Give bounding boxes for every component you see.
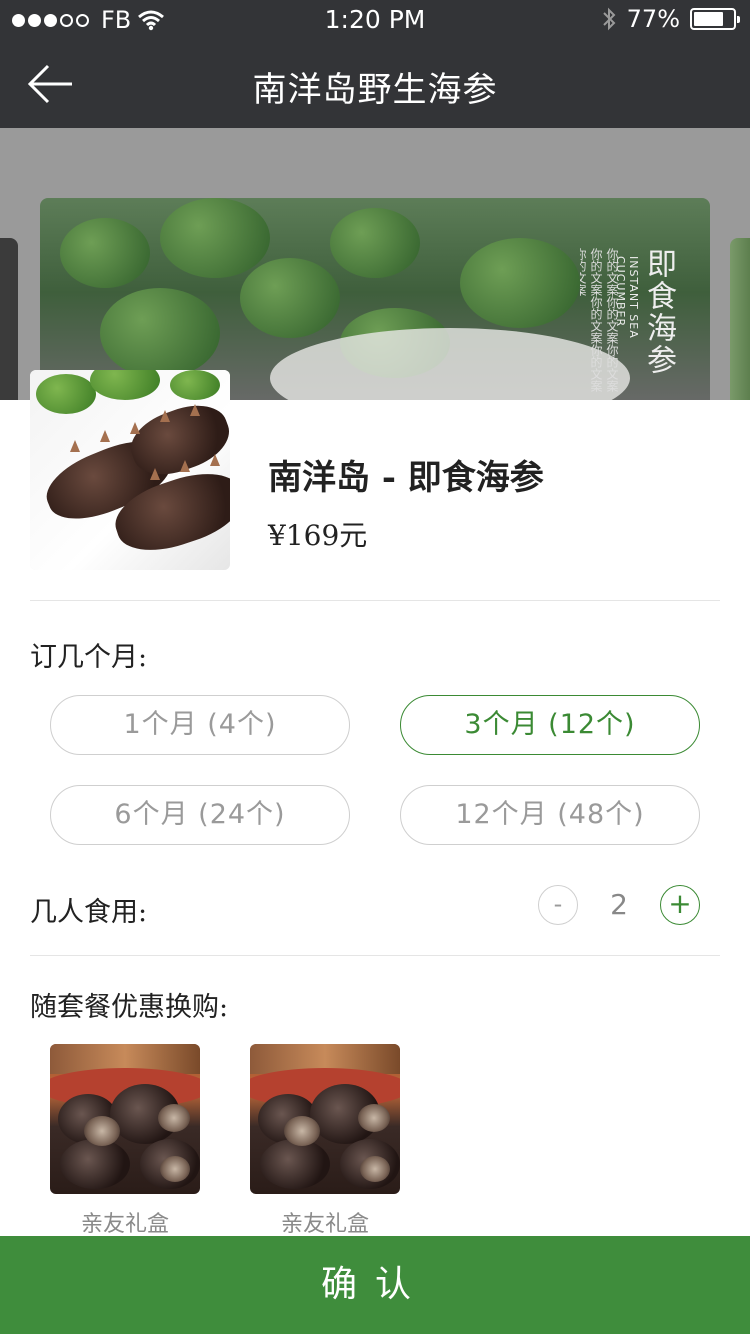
page: FB 1:20 PM 77% 南洋岛野生海参 即食海参 INSTANT SEA …: [0, 0, 750, 1334]
status-bar: FB 1:20 PM 77%: [0, 0, 750, 40]
battery-fill: [694, 12, 724, 26]
page-title: 南洋岛野生海参: [252, 70, 498, 110]
carousel-next-slide: [730, 238, 750, 400]
option-6-months[interactable]: 6个月 (24个): [50, 785, 350, 845]
order-sheet: 南洋岛 - 即食海参 ¥169元 订几个月: 1个月 (4个) 3个月 (12个…: [0, 370, 750, 1238]
battery-percent: 77%: [626, 5, 680, 33]
divider: [30, 600, 720, 601]
status-right: 77%: [601, 5, 740, 33]
carousel-prev-slide: [0, 238, 18, 400]
addon-caption: 亲友礼盒: [80, 1212, 169, 1237]
increment-button[interactable]: +: [660, 885, 700, 925]
servings-stepper: - 2 +: [538, 885, 700, 925]
product-image: [30, 370, 230, 570]
banner-title: 即食海参: [641, 248, 676, 376]
addon-caption: 亲友礼盒: [280, 1212, 369, 1237]
addon-item[interactable]: 亲友礼盒: [50, 1044, 200, 1238]
addons-label: 随套餐优惠换购:: [30, 992, 229, 1023]
banner-text: 即食海参 INSTANT SEA CUCUMBER 你的文案你的文案你的文案你的…: [580, 248, 680, 400]
nav-bar: 南洋岛野生海参: [0, 40, 750, 128]
gift-box-image: [50, 1044, 200, 1194]
bluetooth-icon: [602, 7, 616, 31]
battery-icon: [690, 8, 740, 30]
option-12-months[interactable]: 12个月 (48个): [400, 785, 700, 845]
servings-value: 2: [610, 888, 628, 921]
gift-box-image: [250, 1044, 400, 1194]
confirm-button[interactable]: 确认: [0, 1236, 750, 1334]
decrement-button[interactable]: -: [538, 885, 578, 925]
option-3-months[interactable]: 3个月 (12个): [400, 695, 700, 755]
subscription-label: 订几个月:: [30, 642, 148, 673]
option-1-month[interactable]: 1个月 (4个): [50, 695, 350, 755]
divider: [30, 955, 720, 956]
servings-label: 几人食用:: [30, 897, 148, 928]
product-name: 南洋岛 - 即食海参: [268, 458, 544, 498]
banner-caption: 你的文案你的文案你的文案你的文案你的文案你的文案你的文案: [580, 248, 619, 392]
banner-carousel[interactable]: 即食海参 INSTANT SEA CUCUMBER 你的文案你的文案你的文案你的…: [0, 128, 750, 400]
addon-item[interactable]: 亲友礼盒: [250, 1044, 400, 1238]
product-price: ¥169元: [268, 519, 368, 552]
top-bar: FB 1:20 PM 77% 南洋岛野生海参: [0, 0, 750, 128]
